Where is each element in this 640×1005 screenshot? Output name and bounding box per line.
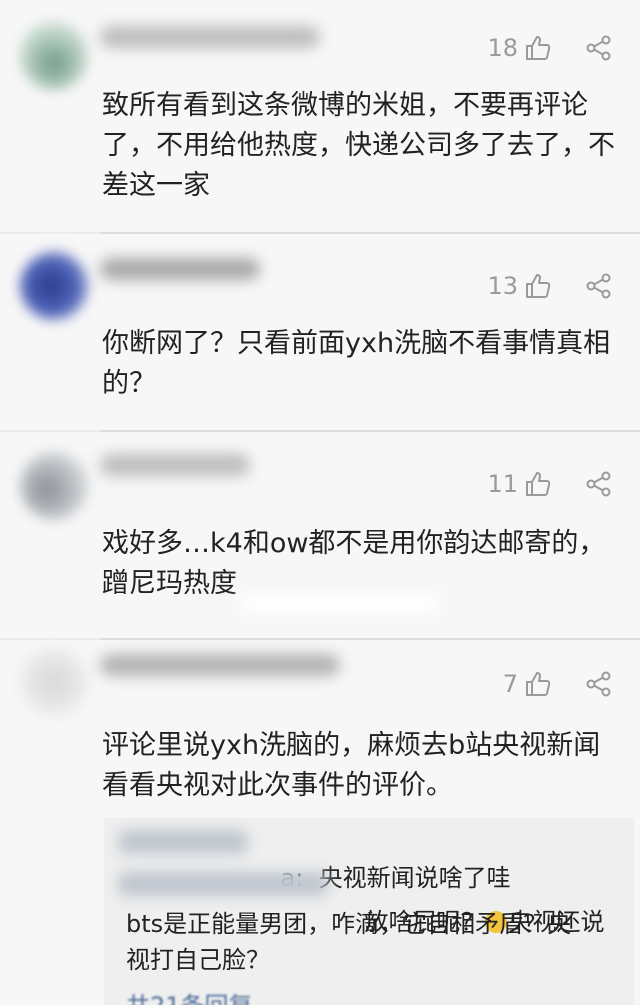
like-count: 7 xyxy=(502,670,518,698)
username[interactable] xyxy=(100,258,260,280)
reply-username-blur[interactable] xyxy=(118,830,248,854)
comment-text: 戏好多…k4和ow都不是用你韵达邮寄的，蹭尼玛热度 xyxy=(102,528,606,599)
comment-text: 你断网了？只看前面yxh洗脑不看事情真相的？ xyxy=(102,328,611,399)
comment-item: 13 你断网了？只看前面yxh洗脑不看事情真相的？ xyxy=(0,234,640,430)
reply-box[interactable]: a: 央视新闻说啥了哇 放啥屁呢？央视还说 bts是正能量男团，咋滴，它自相矛盾… xyxy=(104,818,634,1005)
reply-username-blur[interactable] xyxy=(118,872,328,896)
username[interactable] xyxy=(100,26,320,48)
avatar[interactable] xyxy=(20,252,88,320)
thumbs-up-icon[interactable] xyxy=(524,34,552,62)
comment-actions: 7 xyxy=(503,670,612,698)
comment-text: 评论里说yxh洗脑的，麻烦去b站央视新闻看看央视对此次事件的评价。 xyxy=(102,730,601,801)
reply-text: bts是正能量男团，咋滴，它自相矛盾？央 xyxy=(126,910,572,938)
share-icon[interactable] xyxy=(586,471,612,497)
comment-item: 11 戏好多…k4和ow都不是用你韵达邮寄的，蹭尼玛热度 xyxy=(0,432,640,638)
avatar[interactable] xyxy=(20,22,88,90)
like-count: 18 xyxy=(487,34,518,62)
like-count: 13 xyxy=(487,272,518,300)
thumbs-up-icon[interactable] xyxy=(524,670,552,698)
avatar[interactable] xyxy=(20,452,88,520)
username[interactable] xyxy=(100,654,340,676)
thumbs-up-icon[interactable] xyxy=(524,470,552,498)
redaction-blur xyxy=(240,594,440,612)
share-icon[interactable] xyxy=(586,671,612,697)
share-icon[interactable] xyxy=(586,35,612,61)
username[interactable] xyxy=(100,454,250,476)
comment-item: 18 致所有看到这条微博的米姐，不要再评论了，不用给他热度，快递公司多了去了，不… xyxy=(0,0,640,232)
reply-text: 视打自己脸？ xyxy=(126,946,270,974)
share-icon[interactable] xyxy=(586,273,612,299)
comment-actions: 18 xyxy=(487,34,612,62)
more-replies-link[interactable]: 共21条回复 xyxy=(126,986,253,1005)
comment-actions: 13 xyxy=(487,272,612,300)
like-count: 11 xyxy=(487,470,518,498)
comment-actions: 11 xyxy=(487,470,612,498)
avatar[interactable] xyxy=(20,648,88,716)
thumbs-up-icon[interactable] xyxy=(524,272,552,300)
comment-text: 致所有看到这条微博的米姐，不要再评论了，不用给他热度，快递公司多了去了，不差这一… xyxy=(102,90,615,201)
